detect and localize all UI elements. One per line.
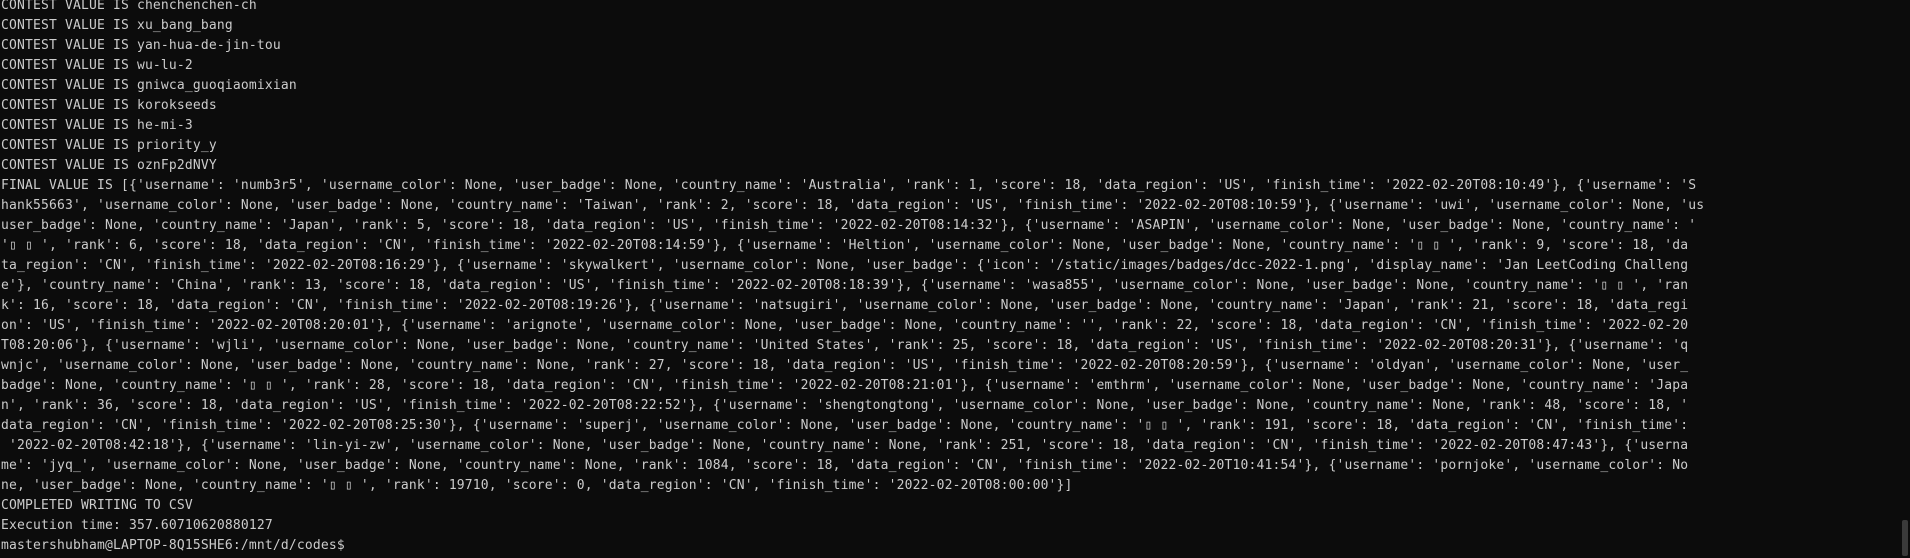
terminal-line: CONTEST VALUE IS korokseeds [1, 98, 217, 113]
scrollbar-thumb[interactable] [1902, 520, 1908, 556]
terminal-line: e'}, 'country_name': 'China', 'rank': 13… [1, 278, 1689, 293]
terminal-output[interactable]: CONTEST VALUE IS chenchenchen-ch CONTEST … [0, 0, 1900, 558]
terminal-line: CONTEST VALUE IS gniwca_guoqiaomixian [1, 78, 297, 93]
terminal-line: COMPLETED WRITING TO CSV [1, 498, 193, 513]
terminal-line: '▯ ▯ ', 'rank': 6, 'score': 18, 'data_re… [1, 238, 1689, 253]
terminal-line: CONTEST VALUE IS priority_y [1, 138, 217, 153]
terminal-line: CONTEST VALUE IS chenchenchen-ch [1, 0, 257, 13]
shell-prompt: mastershubham@LAPTOP-8Q15SHE6:/mnt/d/cod… [1, 538, 345, 553]
terminal-prompt-line[interactable]: mastershubham@LAPTOP-8Q15SHE6:/mnt/d/cod… [0, 536, 1900, 556]
terminal-line: on': 'US', 'finish_time': '2022-02-20T08… [1, 318, 1689, 333]
terminal-line: FINAL VALUE IS [{'username': 'numb3r5', … [1, 178, 1697, 193]
terminal-line: data_region': 'CN', 'finish_time': '2022… [1, 418, 1689, 433]
terminal-line: ta_region': 'CN', 'finish_time': '2022-0… [1, 258, 1689, 273]
terminal-line: '2022-02-20T08:42:18'}, {'username': 'li… [1, 438, 1689, 453]
terminal-line: n', 'rank': 36, 'score': 18, 'data_regio… [1, 398, 1689, 413]
terminal-line: CONTEST VALUE IS oznFp2dNVY [1, 158, 217, 173]
terminal-line: hank55663', 'username_color': None, 'use… [1, 198, 1705, 213]
terminal-line: wnjc', 'username_color': None, 'user_bad… [1, 358, 1689, 373]
terminal-line: k': 16, 'score': 18, 'data_region': 'CN'… [1, 298, 1689, 313]
terminal-line: Execution time: 357.60710620880127 [1, 518, 273, 533]
terminal-line: CONTEST VALUE IS yan-hua-de-jin-tou [1, 38, 281, 53]
terminal-line: ne, 'user_badge': None, 'country_name': … [1, 478, 1073, 493]
terminal-line: CONTEST VALUE IS he-mi-3 [1, 118, 193, 133]
text-cursor [345, 536, 354, 551]
terminal-line: me': 'jyq_', 'username_color': None, 'us… [1, 458, 1689, 473]
terminal-line: badge': None, 'country_name': '▯ ▯ ', 'r… [1, 378, 1689, 393]
terminal-line: CONTEST VALUE IS xu_bang_bang [1, 18, 233, 33]
vertical-scrollbar[interactable] [1900, 0, 1910, 558]
terminal-line: CONTEST VALUE IS wu-lu-2 [1, 58, 193, 73]
terminal-line: user_badge': None, 'country_name': 'Japa… [1, 218, 1697, 233]
terminal-line: T08:20:06'}, {'username': 'wjli', 'usern… [1, 338, 1689, 353]
